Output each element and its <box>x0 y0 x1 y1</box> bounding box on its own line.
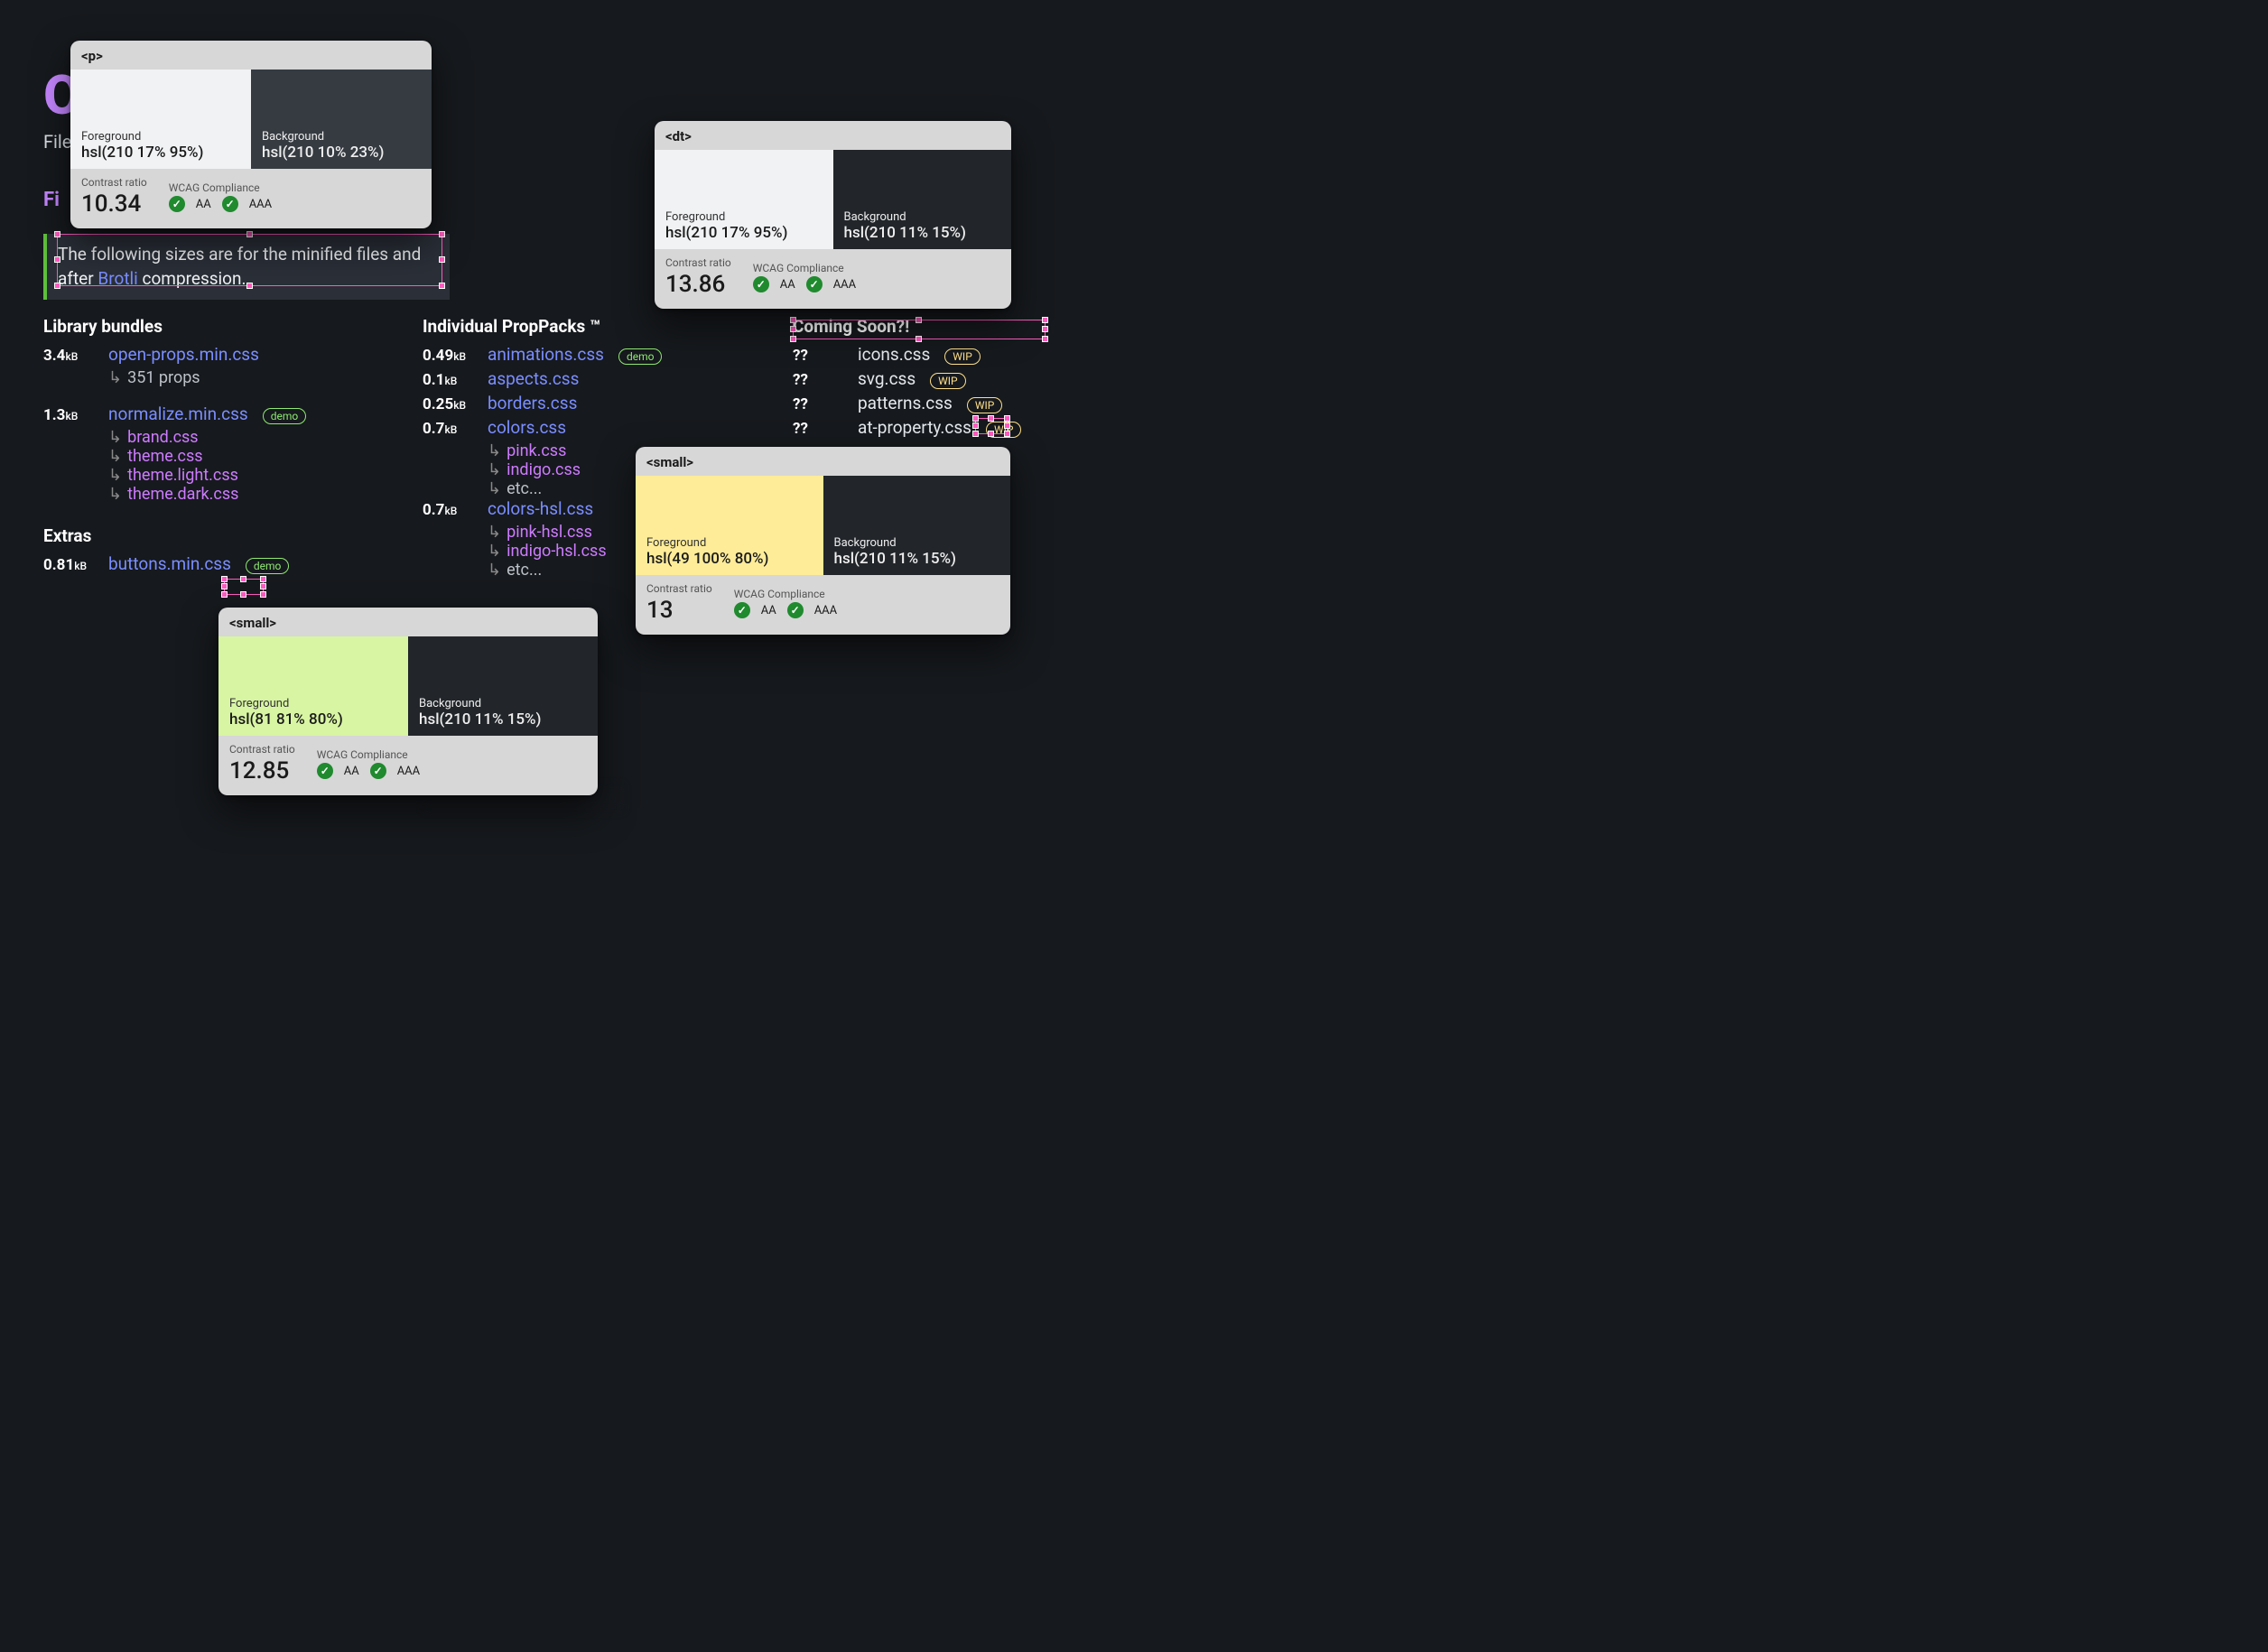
svg-link[interactable]: svg.css <box>858 368 916 389</box>
contrast-ratio: 10.34 <box>81 190 147 218</box>
tooltip-tag: <small> <box>636 447 1010 476</box>
contrast-ratio: 13.86 <box>665 271 731 298</box>
demo-badge[interactable]: demo <box>263 408 307 424</box>
check-icon: ✓ <box>787 602 804 618</box>
check-icon: ✓ <box>222 196 238 212</box>
tooltip-tag: <small> <box>218 608 598 636</box>
wip-badge: WIP <box>967 397 1002 413</box>
coming-soon-title: Coming Soon?! <box>793 316 1082 337</box>
icons-link[interactable]: icons.css <box>858 344 930 365</box>
normalize-link[interactable]: normalize.min.css <box>108 404 248 424</box>
at-property-link[interactable]: at-property.css <box>858 417 971 438</box>
patterns-link[interactable]: patterns.css <box>858 393 953 413</box>
check-icon: ✓ <box>317 763 333 779</box>
buttons-link[interactable]: buttons.min.css <box>108 553 231 574</box>
contrast-tooltip-dt: <dt> Foreground hsl(210 17% 95%) Backgro… <box>655 121 1011 309</box>
tooltip-pointer-icon <box>977 308 993 309</box>
check-icon: ✓ <box>734 602 750 618</box>
sub-item[interactable]: ↳theme.light.css <box>108 466 395 485</box>
sub-item[interactable]: ↳theme.css <box>108 447 395 466</box>
selection-box-demo-badge[interactable] <box>224 579 264 595</box>
wip-badge: WIP <box>944 348 980 365</box>
list-item: 0.81kB buttons.min.css demo <box>43 553 395 574</box>
check-icon: ✓ <box>753 276 769 292</box>
list-item: 3.4kB open-props.min.css <box>43 344 395 365</box>
library-bundles-column: Library bundles 3.4kB open-props.min.css… <box>43 316 395 580</box>
contrast-ratio: 13 <box>646 597 712 624</box>
sub-item[interactable]: ↳theme.dark.css <box>108 485 395 504</box>
contrast-ratio: 12.85 <box>229 757 295 784</box>
tooltip-pointer-icon <box>88 227 105 228</box>
wip-badge: WIP <box>930 373 965 389</box>
library-bundles-title: Library bundles <box>43 316 395 337</box>
list-item: 1.3kB normalize.min.css demo <box>43 404 395 424</box>
brotli-link[interactable]: Brotli <box>98 268 137 289</box>
sub-item[interactable]: ↳brand.css <box>108 428 395 447</box>
check-icon: ✓ <box>169 196 185 212</box>
animations-link[interactable]: animations.css <box>488 344 604 365</box>
tooltip-tag: <p> <box>70 41 432 70</box>
sub-item: ↳351 props <box>108 368 395 387</box>
tooltip-pointer-icon <box>974 447 990 448</box>
colors-hsl-link[interactable]: colors-hsl.css <box>488 498 593 519</box>
info-callout: The following sizes are for the minified… <box>43 234 450 300</box>
extras-title: Extras <box>43 525 395 546</box>
aspects-link[interactable]: aspects.css <box>488 368 579 389</box>
borders-link[interactable]: borders.css <box>488 393 577 413</box>
contrast-tooltip-small-yellow: <small> Foreground hsl(49 100% 80%) Back… <box>636 447 1010 635</box>
colors-link[interactable]: colors.css <box>488 417 566 438</box>
check-icon: ✓ <box>806 276 823 292</box>
demo-badge[interactable]: demo <box>246 558 290 574</box>
demo-badge[interactable]: demo <box>618 348 663 365</box>
check-icon: ✓ <box>370 763 386 779</box>
callout-text-after: compression. <box>138 268 246 289</box>
arrow-icon: ↳ <box>108 368 122 387</box>
tooltip-tag: <dt> <box>655 121 1011 150</box>
open-props-link[interactable]: open-props.min.css <box>108 344 259 365</box>
wip-badge: WIP <box>986 422 1021 438</box>
proppacks-title: Individual PropPacks ™ <box>423 316 766 337</box>
contrast-tooltip-small-green: <small> Foreground hsl(81 81% 80%) Backg… <box>218 608 598 795</box>
contrast-tooltip-p: <p> Foreground hsl(210 17% 95%) Backgrou… <box>70 41 432 228</box>
